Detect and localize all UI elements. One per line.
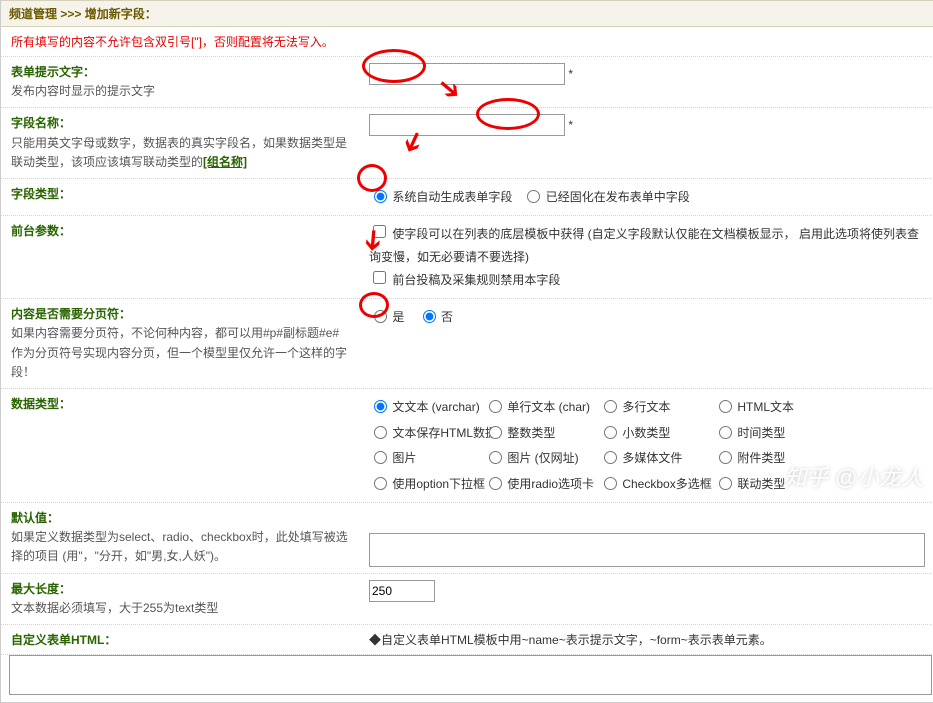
sub-form-tip: 发布内容时显示的提示文字	[11, 82, 351, 101]
label-field-name: 字段名称：	[11, 114, 351, 133]
radio-dt-4[interactable]: 文本保存HTML数据	[369, 421, 484, 445]
label-data-type: 数据类型：	[11, 395, 351, 414]
radio-fieldtype-auto[interactable]: 系统自动生成表单字段	[369, 190, 512, 204]
warning-text: 所有填写的内容不允许包含双引号["]，否则配置将无法写入。	[1, 27, 933, 57]
row-front-arg: 前台参数： 使字段可以在列表的底层模板中获得 (自定义字段默认仅能在文档模板显示…	[1, 216, 933, 299]
radio-dt-12[interactable]: 使用option下拉框	[369, 472, 484, 496]
breadcrumb-sep: >>>	[60, 7, 81, 21]
radio-dt-15[interactable]: 联动类型	[714, 472, 829, 496]
row-default-value: 默认值： 如果定义数据类型为select、radio、checkbox时，此处填…	[1, 503, 933, 574]
radio-pagebreak-yes[interactable]: 是	[369, 310, 404, 324]
required-star: *	[568, 118, 573, 132]
label-form-tip: 表单提示文字：	[11, 63, 351, 82]
row-data-type: 数据类型： 文文本 (varchar) 单行文本 (char) 多行文本 HTM…	[1, 389, 933, 503]
input-form-tip[interactable]	[369, 63, 565, 85]
radio-fieldtype-fixed[interactable]: 已经固化在发布表单中字段	[522, 190, 689, 204]
radio-pagebreak-no[interactable]: 否	[418, 310, 453, 324]
label-field-type: 字段类型：	[11, 185, 351, 204]
row-page-break: 内容是否需要分页符： 如果内容需要分页符，不论何种内容，都可以用#p#副标题#e…	[1, 299, 933, 389]
row-field-name: 字段名称： 只能用英文字母或数字，数据表的真实字段名，如果数据类型是联动类型，该…	[1, 108, 933, 179]
radio-dt-10[interactable]: 多媒体文件	[599, 446, 714, 470]
form-panel: 频道管理 >>> 增加新字段： 所有填写的内容不允许包含双引号["]，否则配置将…	[0, 0, 933, 703]
radio-dt-3[interactable]: HTML文本	[714, 395, 829, 419]
breadcrumb: 频道管理 >>> 增加新字段：	[1, 0, 933, 27]
row-form-tip: 表单提示文字： 发布内容时显示的提示文字 *	[1, 57, 933, 108]
label-front-arg: 前台参数：	[11, 222, 351, 241]
radio-dt-5[interactable]: 整数类型	[484, 421, 599, 445]
row-custom-form-tip: 自定义表单HTML： ◆自定义表单HTML模板中用~name~表示提示文字，~f…	[1, 625, 933, 655]
sub-max-length: 文本数据必须填写，大于255为text类型	[11, 599, 351, 618]
sub-field-name: 只能用英文字母或数字，数据表的真实字段名，如果数据类型是联动类型，该项应该填写联…	[11, 136, 347, 169]
radio-dt-0[interactable]: 文文本 (varchar)	[369, 395, 484, 419]
input-max-length[interactable]	[369, 580, 435, 602]
link-group-name[interactable]: [组名称]	[203, 155, 247, 169]
grid-data-type: 文文本 (varchar) 单行文本 (char) 多行文本 HTML文本 文本…	[369, 395, 926, 496]
textarea-custom-form[interactable]	[9, 655, 932, 695]
radio-dt-14[interactable]: Checkbox多选框	[599, 472, 714, 496]
radio-dt-9[interactable]: 图片 (仅网址)	[484, 446, 599, 470]
sub-default-value: 如果定义数据类型为select、radio、checkbox时，此处填写被选择的…	[11, 528, 351, 566]
checkbox-list-template[interactable]: 使字段可以在列表的底层模板中获得 (自定义字段默认仅能在文档模板显示， 启用此选…	[369, 227, 919, 264]
radio-dt-7[interactable]: 时间类型	[714, 421, 829, 445]
label-max-length: 最大长度：	[11, 580, 351, 599]
sub-page-break: 如果内容需要分页符，不论何种内容，都可以用#p#副标题#e#作为分页符号实现内容…	[11, 324, 351, 382]
radio-dt-11[interactable]: 附件类型	[714, 446, 829, 470]
row-field-type: 字段类型： 系统自动生成表单字段 已经固化在发布表单中字段	[1, 179, 933, 216]
radio-dt-6[interactable]: 小数类型	[599, 421, 714, 445]
radio-dt-2[interactable]: 多行文本	[599, 395, 714, 419]
checkbox-disable-front[interactable]: 前台投稿及采集规则禁用本字段	[369, 273, 560, 287]
breadcrumb-page: 增加新字段	[85, 7, 145, 21]
row-max-length: 最大长度： 文本数据必须填写，大于255为text类型	[1, 574, 933, 625]
radio-dt-8[interactable]: 图片	[369, 446, 484, 470]
radio-dt-13[interactable]: 使用radio选项卡	[484, 472, 599, 496]
input-field-name[interactable]	[369, 114, 565, 136]
textarea-default-value[interactable]	[369, 533, 925, 567]
label-page-break: 内容是否需要分页符：	[11, 305, 351, 324]
label-default-value: 默认值：	[11, 509, 351, 528]
required-star: *	[568, 67, 573, 81]
tip-custom-form: ◆自定义表单HTML模板中用~name~表示提示文字，~form~表示表单元素。	[361, 625, 933, 654]
label-custom-form: 自定义表单HTML：	[1, 625, 361, 654]
radio-dt-1[interactable]: 单行文本 (char)	[484, 395, 599, 419]
row-custom-form-body	[1, 655, 933, 702]
breadcrumb-root: 频道管理	[9, 7, 57, 21]
